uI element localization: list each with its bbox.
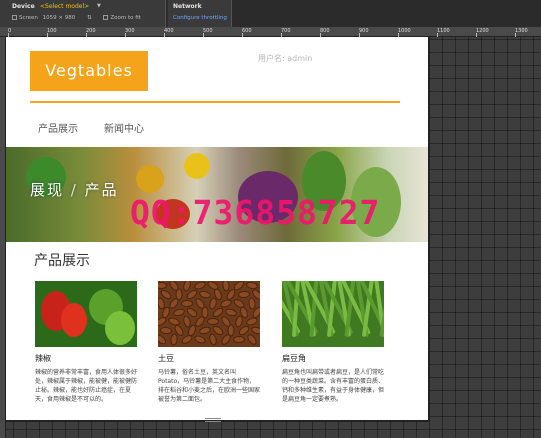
banner-caption: 展现 / 产品 [30,179,119,200]
coffee-bean [207,332,219,347]
ruler-label: 800 [320,28,330,34]
product-card[interactable]: 土豆 马铃薯，俗名土豆，英文名叫Potato，马铃薯是第二大主食作物，排在稻谷和… [158,281,260,404]
product-description: 辣椒的营养非常丰富，食用人体很多好处，辣椒属于辣椒，能被健，能被健防止秘。辣椒，… [35,369,138,403]
ruler-label: 500 [203,28,213,34]
device-tab[interactable]: Device [12,3,35,10]
ruler-label: 300 [125,28,135,34]
coffee-bean [207,318,219,325]
banner-separator: / [70,181,78,199]
site-logo[interactable]: Vegtables [30,51,148,91]
product-name: 扁豆角 [282,354,306,363]
device-panel: Device <Select model> ▼ Screen 1059 × 98… [0,0,166,27]
ruler-label: 1300 [515,28,528,34]
coffee-bean [245,332,259,347]
banner-vegetable [184,153,210,179]
swap-dimensions-icon[interactable]: ⇅ [87,15,92,21]
banner-vegetable [136,165,164,193]
watermark-text: QQ:736858727 [130,193,381,232]
screen-height-input[interactable]: 980 [65,15,76,21]
logo-text: Vegtables [45,61,133,80]
green-beans-image [282,281,384,347]
network-tab[interactable]: Network [173,3,202,10]
horizontal-ruler: 0 100 200 300 400 500 600 700 800 900 1000 1100 1200… [0,27,541,37]
banner-text-1: 展现 [30,181,65,199]
coffee-beans-image [158,281,260,347]
ruler-label: 900 [359,28,369,34]
device-model-select[interactable]: <Select model> [40,3,89,10]
ruler-label: 200 [86,28,96,34]
ruler-label: 1200 [476,28,489,34]
ruler-label: 600 [242,28,252,34]
coffee-bean [233,336,245,343]
coffee-bean [169,333,179,346]
section-title: 产品展示 [34,253,90,269]
resize-handle[interactable] [205,418,221,422]
nav-item-news[interactable]: 新闻中心 [104,120,144,135]
ruler-label: 100 [47,28,57,34]
nav-item-products[interactable]: 产品展示 [38,120,78,135]
coffee-bean [181,300,193,307]
coffee-bean [193,334,207,345]
product-name: 土豆 [158,354,174,363]
ruler-label: 700 [281,28,291,34]
screen-label: Screen [19,15,38,21]
user-label: 用户名: admin [258,54,313,63]
ruler-label: 400 [164,28,174,34]
network-panel: Network Configure throttling [168,0,232,27]
zoom-checkbox[interactable] [103,15,109,20]
zoom-label: Zoom to fit [110,15,141,21]
screen-controls: Screen 1059 × 980 ⇅ Zoom to fit [12,15,141,21]
coffee-bean [158,332,168,347]
banner-text-2: 产品 [84,181,119,199]
chevron-down-icon[interactable]: ▼ [97,3,101,9]
emulated-viewport: Vegtables 用户名: admin 产品展示 新闻中心 展现 / 产品 产… [6,37,430,422]
coffee-bean [159,326,173,335]
coffee-bean [158,282,167,289]
header-divider [30,101,400,103]
ruler-label: 1100 [437,28,450,34]
coffee-bean [237,290,251,299]
screen-checkbox[interactable] [12,15,17,20]
devtools-toolbar: Device <Select model> ▼ Screen 1059 × 98… [0,0,541,27]
pepper-shape [105,311,135,345]
screen-width-input[interactable]: 1059 [43,15,57,21]
empty-emulation-area [430,37,541,438]
product-description: 扁豆角也叫扁带或者扁豆，是人们常吃的一种豆类蔬菜。含有丰富的蛋白质、钙和多种维生… [282,369,385,403]
product-description: 马铃薯，俗名土豆，英文名叫Potato，马铃薯是第二大主食作物，排在稻谷和小麦之… [158,369,261,403]
ruler-label: 1000 [398,28,411,34]
product-card[interactable]: 扁豆角 扁豆角也叫扁带或者扁豆，是人们常吃的一种豆类蔬菜。含有丰富的蛋白质、钙和… [282,281,384,404]
pepper-image [35,281,137,347]
pepper-shape [61,303,87,337]
product-name: 辣椒 [35,354,51,363]
configure-throttling-link[interactable]: Configure throttling [173,15,227,21]
product-card[interactable]: 辣椒 辣椒的营养非常丰富，食用人体很多好处，辣椒属于辣椒，能被健，能被健防止秘。… [35,281,137,404]
